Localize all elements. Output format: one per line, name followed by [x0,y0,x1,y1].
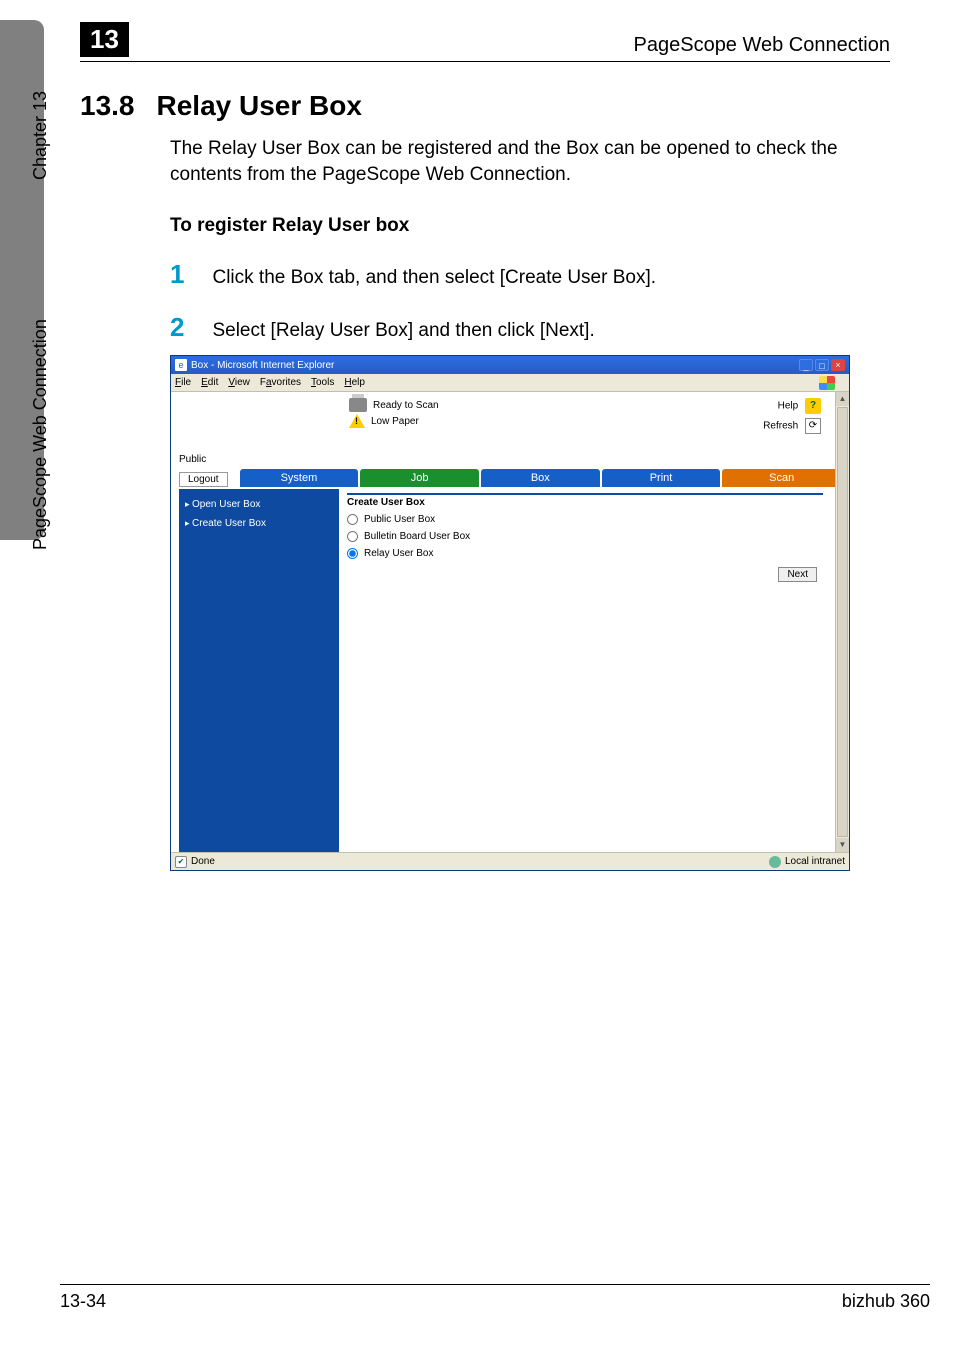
status-pane: Ready to Scan Low Paper Help ? Refresh ⟳ [179,398,841,438]
sidebar-item-open-user-box[interactable]: Open User Box [183,495,335,514]
step-2: 2 Select [Relay User Box] and then click… [170,312,890,343]
status-right: Help ? Refresh ⟳ [763,398,841,438]
section-heading: 13.8 Relay User Box [80,90,890,122]
step-2-number: 2 [170,312,184,343]
page-title: PageScope Web Connection [634,34,890,57]
printer-icon [349,398,367,412]
section-intro: The Relay User Box can be registered and… [170,136,890,187]
radio-relay-input[interactable] [347,548,358,559]
side-section-label: PageScope Web Connection [30,319,51,550]
menu-view[interactable]: View [228,377,250,388]
section-title: Relay User Box [157,90,362,122]
radio-public-input[interactable] [347,514,358,525]
footer-page-number: 13-34 [60,1291,106,1312]
public-label: Public [179,454,841,465]
intranet-icon [769,856,781,868]
page-header: 13 PageScope Web Connection [80,22,890,62]
windows-flag-icon [819,376,835,390]
page-body: 13 PageScope Web Connection 13.8 Relay U… [60,0,930,1352]
statusbar-zone: Local intranet [769,856,845,868]
menu-file[interactable]: File [175,377,191,388]
warning-icon [349,414,365,428]
radio-public-user-box[interactable]: Public User Box [347,514,823,525]
side-chapter-label: Chapter 13 [30,91,51,180]
maximize-button[interactable]: □ [815,359,829,371]
radio-relay-label: Relay User Box [364,548,433,559]
page-footer: 13-34 bizhub 360 [60,1284,930,1312]
next-button[interactable]: Next [778,567,817,582]
side-tab: Chapter 13 PageScope Web Connection [0,20,44,540]
help-link[interactable]: Help [778,401,799,412]
tab-row: Logout System Job Box Print Scan [179,469,841,487]
tab-job[interactable]: Job [360,469,479,487]
done-icon: ✔ [175,856,187,868]
ie-titlebar: e Box - Microsoft Internet Explorer _ □ … [171,356,849,374]
tab-scan[interactable]: Scan [722,469,841,487]
sidebar-item-create-user-box[interactable]: Create User Box [183,514,335,533]
ie-statusbar: ✔ Done Local intranet [171,852,849,870]
refresh-link[interactable]: Refresh [763,421,798,432]
radio-bulletin-user-box[interactable]: Bulletin Board User Box [347,531,823,542]
tab-system[interactable]: System [240,469,359,487]
radio-public-label: Public User Box [364,514,435,525]
tab-box[interactable]: Box [481,469,600,487]
menu-favorites[interactable]: Favorites [260,377,301,388]
refresh-icon[interactable]: ⟳ [805,418,821,434]
subheading: To register Relay User box [170,215,890,237]
status-ready: Ready to Scan [373,400,439,411]
radio-relay-user-box[interactable]: Relay User Box [347,548,823,559]
ie-menubar: File Edit View Favorites Tools Help [171,374,849,392]
step-1: 1 Click the Box tab, and then select [Cr… [170,259,890,290]
form-title: Create User Box [347,493,823,508]
ie-content: ▲ ▼ Ready to Scan Low Paper [171,392,849,852]
window-caption-buttons: _ □ × [799,359,845,371]
status-low-paper: Low Paper [371,416,419,427]
radio-bulletin-label: Bulletin Board User Box [364,531,470,542]
radio-bulletin-input[interactable] [347,531,358,542]
statusbar-done: Done [191,856,215,867]
step-1-number: 1 [170,259,184,290]
menu-edit[interactable]: Edit [201,377,218,388]
ie-app-icon: e [175,359,187,371]
step-2-text: Select [Relay User Box] and then click [… [212,320,594,342]
menu-help[interactable]: Help [344,377,365,388]
tab-print[interactable]: Print [602,469,721,487]
minimize-button[interactable]: _ [799,359,813,371]
logout-button[interactable]: Logout [179,472,228,487]
menu-tools[interactable]: Tools [311,377,334,388]
ie-title-text: Box - Microsoft Internet Explorer [191,360,334,371]
section-number: 13.8 [80,90,135,122]
statusbar-zone-text: Local intranet [785,856,845,867]
step-1-text: Click the Box tab, and then select [Crea… [212,267,656,289]
footer-model: bizhub 360 [842,1291,930,1312]
content-pane: Create User Box Public User Box Bulletin… [339,489,841,852]
main-area: Open User Box Create User Box Create Use… [179,489,841,852]
chapter-badge: 13 [80,22,129,57]
close-button[interactable]: × [831,359,845,371]
sidebar: Open User Box Create User Box [179,489,339,852]
help-icon[interactable]: ? [805,398,821,414]
ie-window: e Box - Microsoft Internet Explorer _ □ … [170,355,850,871]
status-left: Ready to Scan Low Paper [179,398,757,430]
scroll-up-icon[interactable]: ▲ [836,392,849,406]
